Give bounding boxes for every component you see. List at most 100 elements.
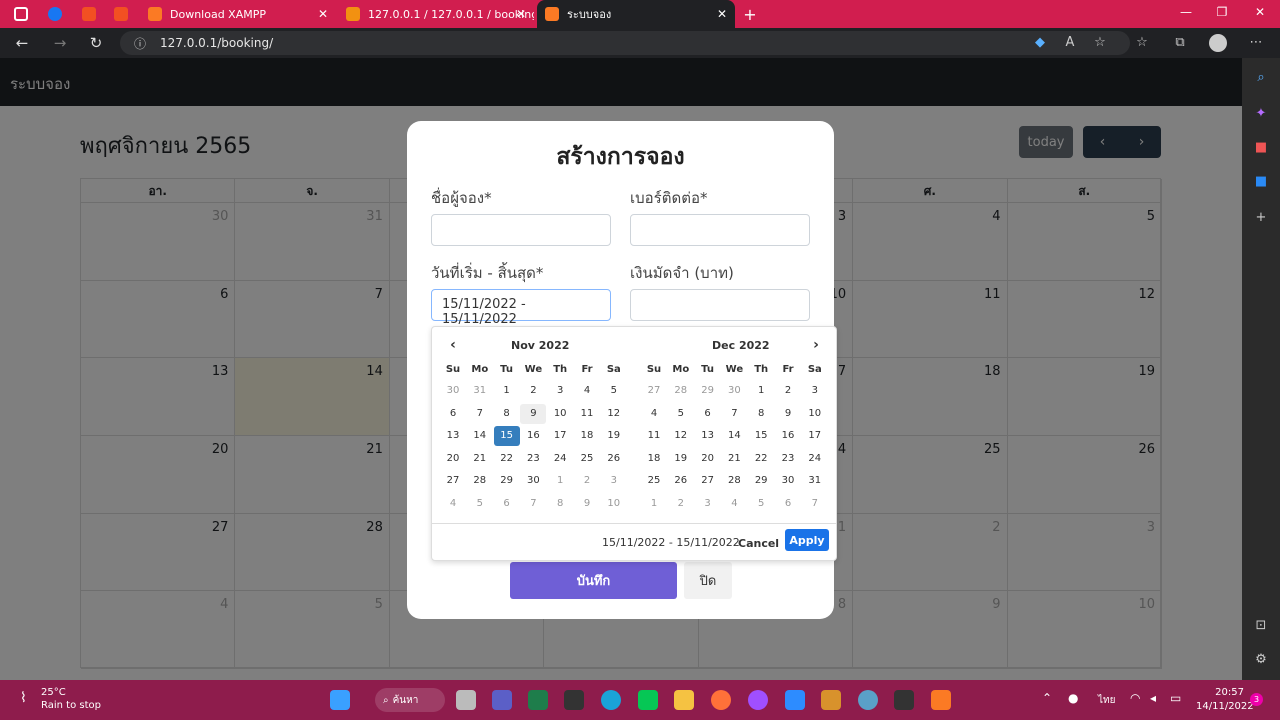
facebook-tab-icon[interactable] [48, 7, 62, 21]
app-icon[interactable] [528, 690, 548, 710]
picker-day[interactable]: 5 [668, 404, 694, 424]
picker-day[interactable]: 25 [574, 449, 600, 469]
picker-day[interactable]: 28 [668, 381, 694, 401]
date-range-input[interactable]: 15/11/2022 - 15/11/2022 [431, 289, 611, 327]
picker-day[interactable]: 11 [574, 404, 600, 424]
picker-day[interactable]: 21 [467, 449, 493, 469]
app-icon-3[interactable] [821, 690, 841, 710]
forward-icon[interactable]: → [50, 34, 70, 52]
picker-day[interactable]: 31 [467, 381, 493, 401]
picker-day[interactable]: 28 [721, 471, 747, 491]
search-icon[interactable]: ⌕ [1253, 70, 1269, 86]
picker-day[interactable]: 9 [520, 403, 547, 424]
picker-day[interactable]: 21 [721, 449, 747, 469]
next-month-arrow-icon[interactable]: › [809, 337, 823, 353]
prev-month-arrow-icon[interactable]: ‹ [446, 337, 460, 353]
picker-day[interactable]: 6 [440, 404, 466, 424]
window-close-icon[interactable]: ✕ [1250, 5, 1270, 19]
picker-day[interactable]: 13 [695, 426, 721, 446]
picker-day[interactable]: 16 [520, 426, 546, 446]
picker-day[interactable]: 18 [574, 426, 600, 446]
picker-day[interactable]: 6 [494, 494, 520, 514]
picker-day[interactable]: 26 [601, 449, 627, 469]
coupon-icon[interactable]: ◆ [1032, 35, 1048, 51]
url-bar[interactable]: ⓘ 127.0.0.1/booking/ ◆ A ☆ [120, 31, 1130, 55]
picker-day[interactable]: 4 [641, 404, 667, 424]
teams-icon[interactable] [492, 690, 512, 710]
app-icon-4[interactable] [858, 690, 878, 710]
picker-day[interactable]: 19 [668, 449, 694, 469]
tab-booking[interactable]: ระบบจอง ✕ [537, 0, 735, 28]
picker-day[interactable]: 20 [695, 449, 721, 469]
read-aloud-icon[interactable]: A [1062, 35, 1078, 51]
minimize-icon[interactable]: — [1176, 5, 1196, 19]
info-icon[interactable]: ⓘ [134, 35, 146, 52]
office-icon[interactable]: ■ [1253, 140, 1269, 156]
add-icon[interactable]: + [1253, 210, 1269, 226]
picker-day[interactable]: 10 [601, 494, 627, 514]
start-icon[interactable] [330, 690, 350, 710]
picker-day[interactable]: 4 [574, 381, 600, 401]
picker-day[interactable]: 5 [467, 494, 493, 514]
messenger-icon[interactable] [748, 690, 768, 710]
new-tab-icon[interactable]: + [740, 5, 760, 24]
picker-day[interactable]: 7 [721, 404, 747, 424]
wifi-icon[interactable]: ◠ [1130, 691, 1140, 705]
picker-day[interactable]: 12 [668, 426, 694, 446]
picker-day[interactable]: 8 [494, 404, 520, 424]
pinned-tab-icon-2[interactable] [114, 7, 128, 21]
picker-day[interactable]: 2 [520, 381, 546, 401]
picker-day[interactable]: 2 [574, 471, 600, 491]
firefox-icon[interactable] [711, 690, 731, 710]
picker-day[interactable]: 25 [641, 471, 667, 491]
picker-day[interactable]: 4 [721, 494, 747, 514]
back-icon[interactable]: ← [12, 34, 32, 52]
collections-icon[interactable]: ⧉ [1172, 35, 1188, 51]
picker-day[interactable]: 1 [547, 471, 573, 491]
taskbar-search[interactable]: ⌕ ค้นหา [375, 688, 445, 712]
picker-day[interactable]: 29 [748, 471, 774, 491]
picker-day[interactable]: 23 [775, 449, 801, 469]
picker-day[interactable]: 28 [467, 471, 493, 491]
clock-time[interactable]: 20:57 [1196, 687, 1244, 698]
picker-day[interactable]: 5 [748, 494, 774, 514]
weather-temp[interactable]: 25°C [41, 687, 66, 698]
picker-day[interactable]: 31 [802, 471, 828, 491]
picker-day[interactable]: 7 [467, 404, 493, 424]
picker-day[interactable]: 16 [775, 426, 801, 446]
picker-day[interactable]: 1 [494, 381, 520, 401]
picker-day[interactable]: 17 [802, 426, 828, 446]
picker-day[interactable]: 9 [574, 494, 600, 514]
deposit-input[interactable] [630, 289, 810, 321]
picker-day[interactable]: 15 [493, 426, 520, 447]
volume-icon[interactable]: ◂ [1150, 691, 1156, 705]
line-icon[interactable] [638, 690, 658, 710]
mic-icon[interactable]: ● [1068, 691, 1078, 705]
profile-avatar[interactable] [1209, 34, 1227, 52]
picker-day[interactable]: 9 [775, 404, 801, 424]
picker-day[interactable]: 7 [802, 494, 828, 514]
picker-day[interactable]: 20 [440, 449, 466, 469]
picker-day[interactable]: 19 [601, 426, 627, 446]
name-input[interactable] [431, 214, 611, 246]
picker-day[interactable]: 14 [467, 426, 493, 446]
tab-phpmyadmin[interactable]: 127.0.0.1 / 127.0.0.1 / booking | ✕ [338, 0, 534, 28]
picker-day[interactable]: 15 [748, 426, 774, 446]
close-icon[interactable]: ✕ [717, 7, 727, 21]
picker-day[interactable]: 27 [440, 471, 466, 491]
picker-day[interactable]: 14 [721, 426, 747, 446]
picker-day[interactable]: 27 [641, 381, 667, 401]
picker-day[interactable]: 10 [802, 404, 828, 424]
picker-day[interactable]: 13 [440, 426, 466, 446]
outlook-icon[interactable]: ■ [1253, 174, 1269, 190]
picker-day[interactable]: 18 [641, 449, 667, 469]
save-button[interactable]: บันทึก [510, 562, 677, 599]
picker-day[interactable]: 30 [721, 381, 747, 401]
close-icon[interactable]: ✕ [516, 7, 526, 21]
tab-download-xampp[interactable]: Download XAMPP ✕ [140, 0, 336, 28]
picker-day[interactable]: 7 [520, 494, 546, 514]
sparkle-icon[interactable]: ✦ [1253, 106, 1269, 122]
close-icon[interactable]: ✕ [318, 7, 328, 21]
favorite-icon[interactable]: ☆ [1092, 35, 1108, 51]
picker-day[interactable]: 12 [601, 404, 627, 424]
